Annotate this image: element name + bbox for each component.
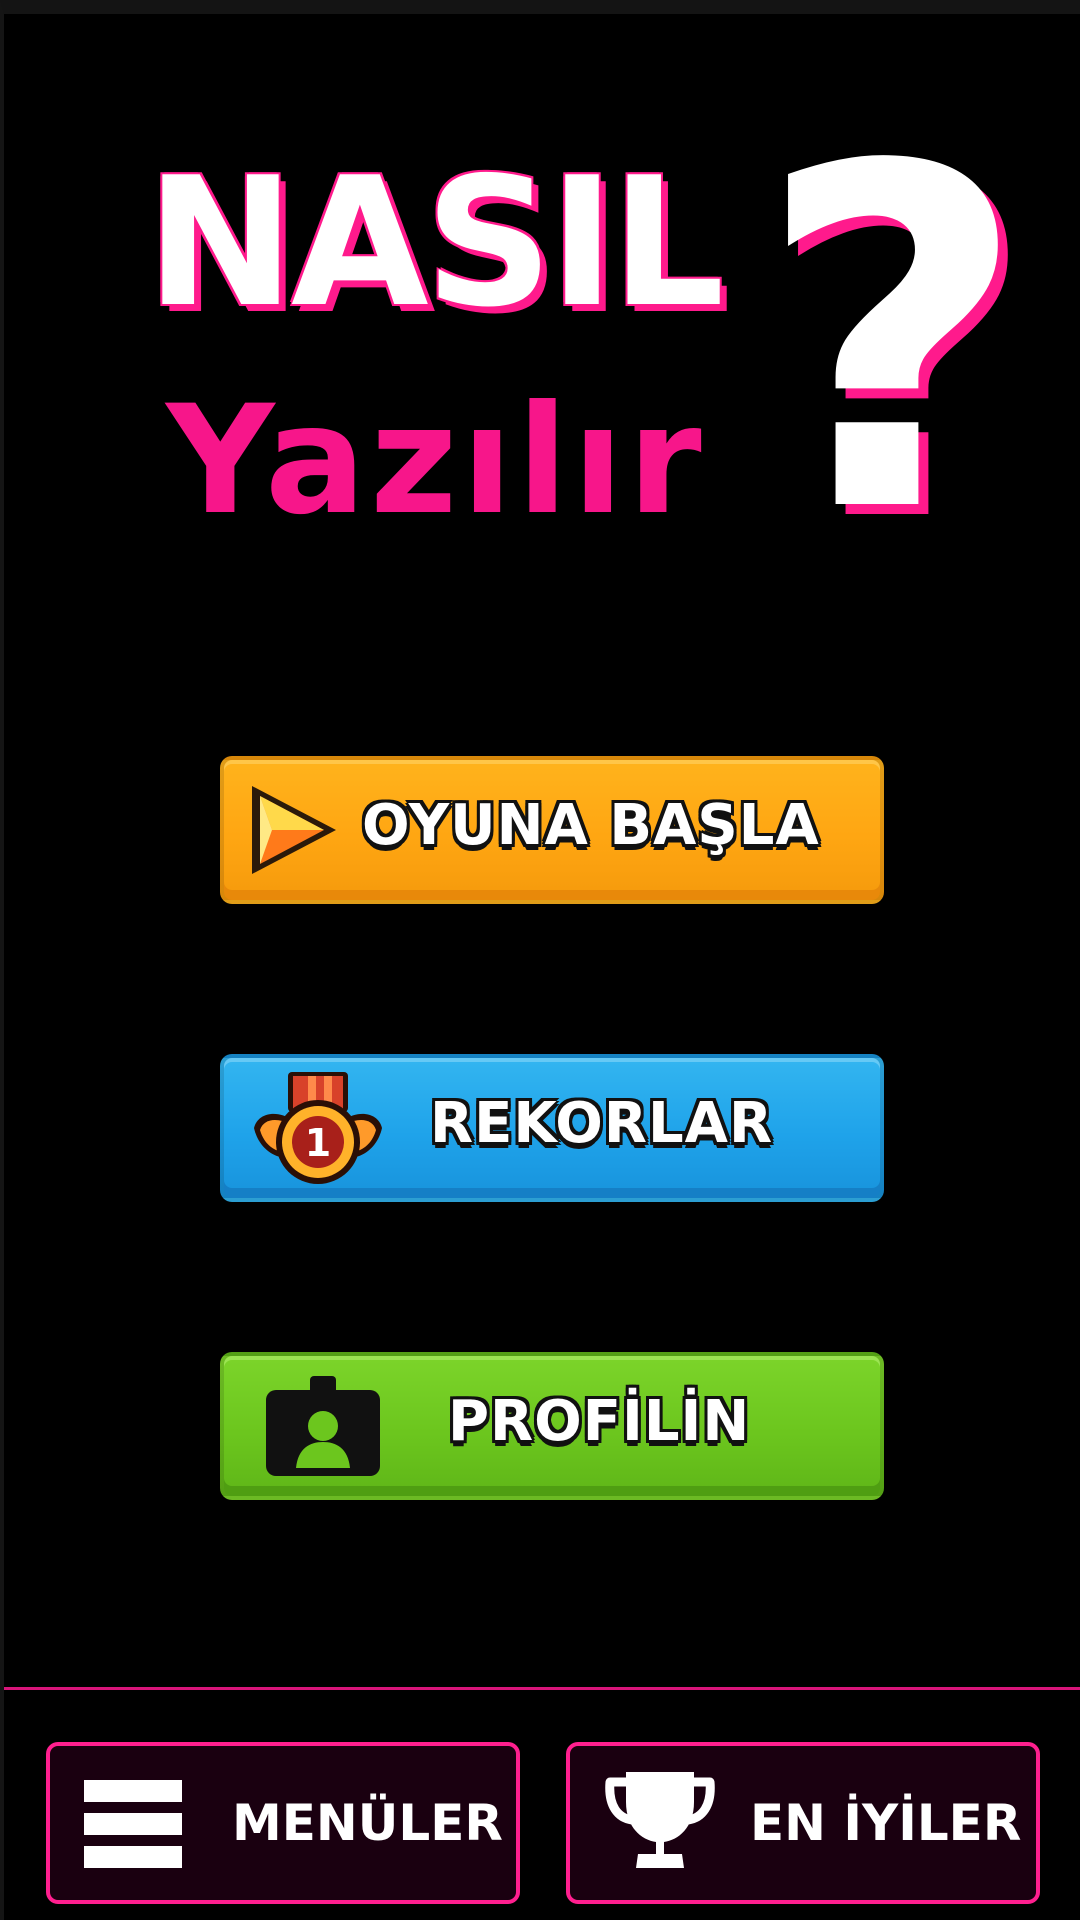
id-card-icon <box>266 1376 380 1476</box>
leaderboard-button[interactable]: EN İYİLER <box>566 1742 1040 1904</box>
trophy-icon <box>605 1772 715 1868</box>
logo-title-line2: Yazılır <box>166 374 706 548</box>
menus-label: MENÜLER <box>232 1794 503 1852</box>
main-menu-screen: NASIL Yazılır ? ? OYUNA BAŞLA 1 REKORLAR… <box>0 0 1080 1920</box>
start-game-label: OYUNA BAŞLA <box>362 793 820 858</box>
menus-button[interactable]: MENÜLER <box>46 1742 520 1904</box>
start-game-button[interactable]: OYUNA BAŞLA <box>220 756 884 904</box>
profile-label: PROFİLİN <box>448 1389 751 1454</box>
play-arrow-icon <box>252 786 336 874</box>
question-mark-glyph: ? <box>774 134 1024 554</box>
records-label: REKORLAR <box>430 1091 774 1156</box>
logo-title-line1: NASIL <box>146 139 725 346</box>
hamburger-menu-icon <box>84 1780 182 1868</box>
leaderboard-label: EN İYİLER <box>750 1794 1022 1852</box>
medal-number-one-icon: 1 <box>254 1072 382 1184</box>
game-logo: NASIL Yazılır ? ? <box>4 14 1080 574</box>
bottom-divider <box>4 1687 1080 1690</box>
question-mark-icon: ? ? <box>774 134 1024 554</box>
records-button[interactable]: 1 REKORLAR <box>220 1054 884 1202</box>
profile-button[interactable]: PROFİLİN <box>220 1352 884 1500</box>
medal-badge-number: 1 <box>305 1121 331 1165</box>
